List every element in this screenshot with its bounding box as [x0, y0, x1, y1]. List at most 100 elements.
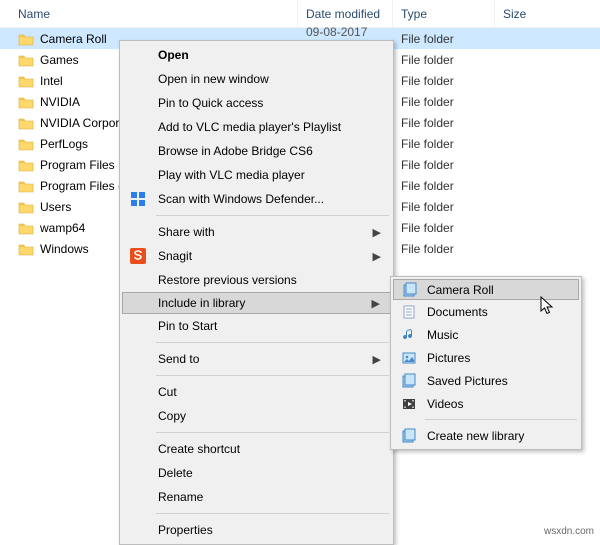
file-name: PerfLogs — [40, 137, 88, 151]
file-type: File folder — [393, 137, 495, 151]
label: Play with VLC media player — [158, 168, 305, 182]
folder-icon — [18, 179, 34, 193]
menu-cut[interactable]: Cut — [122, 380, 391, 404]
videos-icon — [401, 396, 417, 412]
file-type: File folder — [393, 53, 495, 67]
label: Send to — [158, 352, 199, 366]
file-type: File folder — [393, 158, 495, 172]
menu-send-to[interactable]: Send to ▶ — [122, 347, 391, 371]
pictures-icon — [401, 350, 417, 366]
label: Create shortcut — [158, 442, 240, 456]
label: Scan with Windows Defender... — [158, 192, 324, 206]
defender-icon — [130, 191, 146, 207]
file-name: Users — [40, 200, 71, 214]
library-icon — [402, 282, 418, 298]
column-header-date[interactable]: Date modified — [298, 0, 393, 27]
library-icon — [401, 373, 417, 389]
library-icon — [401, 428, 417, 444]
file-type: File folder — [393, 95, 495, 109]
file-name: Camera Roll — [40, 32, 107, 46]
documents-icon — [401, 304, 417, 320]
submenu-pictures[interactable]: Pictures — [393, 346, 579, 369]
separator — [425, 419, 577, 420]
label: Open — [158, 48, 189, 62]
separator — [156, 432, 389, 433]
label: Open in new window — [158, 72, 269, 86]
menu-snagit[interactable]: Snagit ▶ — [122, 244, 391, 268]
menu-scan-defender[interactable]: Scan with Windows Defender... — [122, 187, 391, 211]
label: Create new library — [427, 429, 524, 443]
menu-properties[interactable]: Properties — [122, 518, 391, 542]
folder-icon — [18, 116, 34, 130]
menu-open-new-window[interactable]: Open in new window — [122, 67, 391, 91]
watermark: wsxdn.com — [544, 526, 594, 537]
file-name: Windows — [40, 242, 89, 256]
separator — [156, 215, 389, 216]
label: Size — [503, 7, 526, 21]
label: Copy — [158, 409, 186, 423]
label: Cut — [158, 385, 177, 399]
column-header-type[interactable]: Type — [393, 0, 495, 27]
menu-delete[interactable]: Delete — [122, 461, 391, 485]
label: Saved Pictures — [427, 374, 508, 388]
submenu-documents[interactable]: Documents — [393, 300, 579, 323]
music-icon — [401, 327, 417, 343]
label: Date modified — [306, 7, 380, 21]
submenu-saved-pictures[interactable]: Saved Pictures — [393, 369, 579, 392]
folder-icon — [18, 221, 34, 235]
file-type: File folder — [393, 116, 495, 130]
menu-play-vlc[interactable]: Play with VLC media player — [122, 163, 391, 187]
menu-include-in-library[interactable]: Include in library▶ — [122, 292, 391, 314]
file-name: wamp64 — [40, 221, 85, 235]
submenu-arrow-icon: ▶ — [373, 250, 381, 263]
file-type: File folder — [393, 221, 495, 235]
file-type: File folder — [393, 200, 495, 214]
menu-create-shortcut[interactable]: Create shortcut — [122, 437, 391, 461]
label: Rename — [158, 490, 203, 504]
file-name: Games — [40, 53, 79, 67]
include-in-library-submenu: Camera Roll Documents Music Pictures Sav… — [390, 276, 582, 450]
label: Delete — [158, 466, 193, 480]
label: Type — [401, 7, 427, 21]
menu-open[interactable]: Open — [122, 43, 391, 67]
submenu-videos[interactable]: Videos — [393, 392, 579, 415]
folder-icon — [18, 53, 34, 67]
context-menu: Open Open in new window Pin to Quick acc… — [119, 40, 394, 545]
label: Pictures — [427, 351, 470, 365]
label: Videos — [427, 397, 463, 411]
label: Snagit — [158, 249, 192, 263]
folder-icon — [18, 200, 34, 214]
folder-icon — [18, 32, 34, 46]
submenu-create-new-library[interactable]: Create new library — [393, 424, 579, 447]
file-name: Program Files — [40, 158, 115, 172]
label: Add to VLC media player's Playlist — [158, 120, 341, 134]
label: Browse in Adobe Bridge CS6 — [158, 144, 313, 158]
folder-icon — [18, 242, 34, 256]
submenu-arrow-icon: ▶ — [372, 297, 380, 310]
submenu-arrow-icon: ▶ — [373, 353, 381, 366]
label: Share with — [158, 225, 215, 239]
submenu-music[interactable]: Music — [393, 323, 579, 346]
file-name: Intel — [40, 74, 63, 88]
menu-restore-previous[interactable]: Restore previous versions — [122, 268, 391, 292]
label: Name — [18, 7, 50, 21]
label: Restore previous versions — [158, 273, 297, 287]
menu-share-with[interactable]: Share with▶ — [122, 220, 391, 244]
separator — [156, 342, 389, 343]
file-type: File folder — [393, 242, 495, 256]
submenu-camera-roll[interactable]: Camera Roll — [393, 279, 579, 300]
menu-pin-quick-access[interactable]: Pin to Quick access — [122, 91, 391, 115]
folder-icon — [18, 158, 34, 172]
snagit-icon — [130, 248, 146, 264]
menu-browse-bridge[interactable]: Browse in Adobe Bridge CS6 — [122, 139, 391, 163]
menu-rename[interactable]: Rename — [122, 485, 391, 509]
column-header-name[interactable]: Name — [0, 0, 298, 27]
folder-icon — [18, 74, 34, 88]
separator — [156, 375, 389, 376]
menu-copy[interactable]: Copy — [122, 404, 391, 428]
label: Pin to Start — [158, 319, 217, 333]
menu-add-vlc-playlist[interactable]: Add to VLC media player's Playlist — [122, 115, 391, 139]
column-header-size[interactable]: Size — [495, 0, 526, 27]
menu-pin-to-start[interactable]: Pin to Start — [122, 314, 391, 338]
label: Pin to Quick access — [158, 96, 263, 110]
